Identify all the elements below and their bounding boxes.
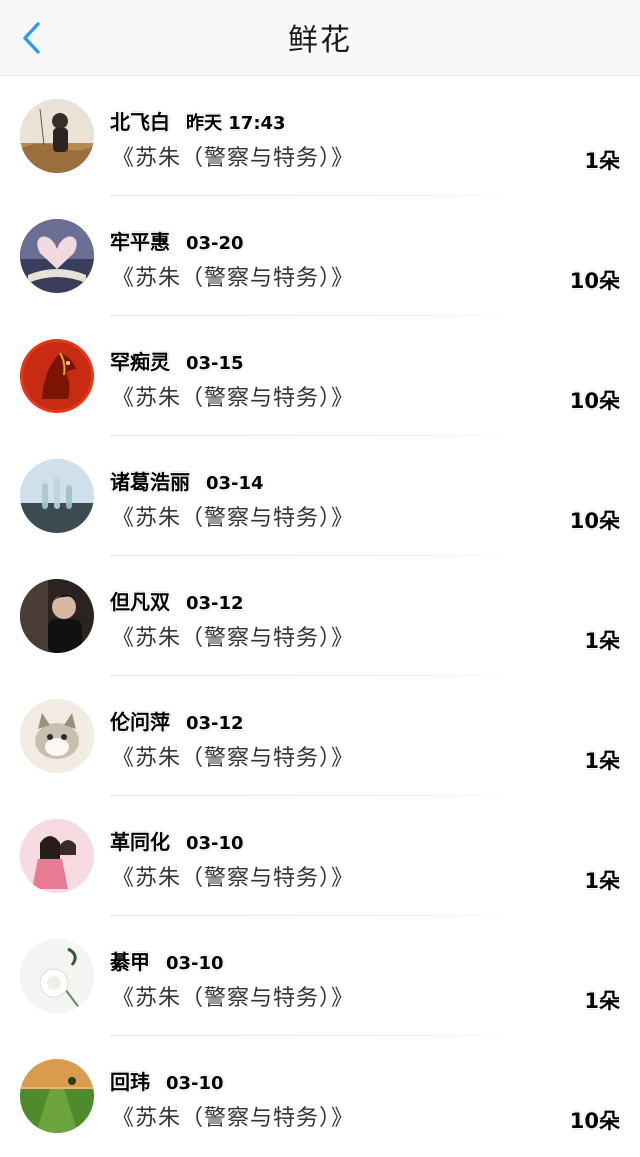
sender-info: 罕痴灵 03-15 [110, 346, 244, 375]
sender-name: 北飞白 [110, 110, 170, 134]
top-nav-bar: 鲜花 [0, 0, 640, 76]
book-title: 《苏朱（警察与特务）》 [112, 746, 355, 771]
sender-name: 伦问萍 [110, 710, 170, 734]
sender-name: 綦甲 [110, 950, 150, 974]
white-rose-avatar-icon [20, 939, 94, 1013]
flower-count: 10朵 [569, 269, 620, 293]
sender-info: 革同化 03-10 [110, 826, 244, 855]
sender-info: 北飞白 昨天 17:43 [110, 106, 286, 135]
list-item[interactable]: 但凡双 03-12 《苏朱（警察与特务）》 1朵 [0, 556, 640, 676]
list-item[interactable]: 诸葛浩丽 03-14 《苏朱（警察与特务）》 10朵 [0, 436, 640, 556]
avatar[interactable] [20, 459, 94, 533]
heart-book-avatar-icon [20, 219, 94, 293]
sender-info: 伦问萍 03-12 [110, 706, 244, 735]
avatar[interactable] [20, 99, 94, 173]
list-item[interactable]: 伦问萍 03-12 《苏朱（警察与特务）》 1朵 [0, 676, 640, 796]
glass-bottles-avatar-icon [20, 459, 94, 533]
green-field-sunset-avatar-icon [20, 1059, 94, 1133]
avatar[interactable] [20, 699, 94, 773]
book-title: 《苏朱（警察与特务）》 [112, 266, 355, 291]
sent-date: 03-14 [206, 473, 264, 494]
sender-name: 罕痴灵 [110, 350, 170, 374]
sender-name: 革同化 [110, 830, 170, 854]
sender-name: 牢平惠 [110, 230, 170, 254]
list-item[interactable]: 牢平惠 03-20 《苏朱（警察与特务）》 10朵 [0, 196, 640, 316]
avatar[interactable] [20, 579, 94, 653]
avatar[interactable] [20, 819, 94, 893]
avatar[interactable] [20, 1059, 94, 1133]
sender-info: 牢平惠 03-20 [110, 226, 244, 255]
man-portrait-avatar-icon [20, 579, 94, 653]
book-title: 《苏朱（警察与特务）》 [112, 626, 355, 651]
list-item[interactable]: 革同化 03-10 《苏朱（警察与特务）》 1朵 [0, 796, 640, 916]
sent-date: 03-20 [186, 233, 244, 254]
flower-count: 1朵 [584, 149, 620, 173]
kitten-avatar-icon [20, 699, 94, 773]
sender-name: 诸葛浩丽 [110, 470, 190, 494]
book-title: 《苏朱（警察与特务）》 [112, 386, 355, 411]
sent-date: 03-12 [186, 713, 244, 734]
flower-list: 北飞白 昨天 17:43 《苏朱（警察与特务）》 1朵 牢平惠 03-20 《苏朱（… [0, 76, 640, 1156]
flower-count: 1朵 [584, 629, 620, 653]
flower-count: 10朵 [569, 389, 620, 413]
sender-info: 诸葛浩丽 03-14 [110, 466, 264, 495]
sent-date: 03-10 [166, 1073, 224, 1094]
sent-date: 03-10 [186, 833, 244, 854]
sender-name: 回玮 [110, 1070, 150, 1094]
list-item[interactable]: 北飞白 昨天 17:43 《苏朱（警察与特务）》 1朵 [0, 76, 640, 196]
sender-info: 綦甲 03-10 [110, 946, 224, 975]
avatar[interactable] [20, 939, 94, 1013]
list-item[interactable]: 回玮 03-10 《苏朱（警察与特务）》 10朵 [0, 1036, 640, 1156]
anime-couple-avatar-icon [20, 819, 94, 893]
sent-date: 昨天 17:43 [186, 113, 286, 134]
flower-count: 1朵 [584, 869, 620, 893]
person-in-field-avatar-icon [20, 99, 94, 173]
flower-count: 1朵 [584, 989, 620, 1013]
sender-name: 但凡双 [110, 590, 170, 614]
book-title: 《苏朱（警察与特务）》 [112, 1106, 355, 1131]
sent-date: 03-10 [166, 953, 224, 974]
list-item[interactable]: 罕痴灵 03-15 《苏朱（警察与特务）》 10朵 [0, 316, 640, 436]
book-title: 《苏朱（警察与特务）》 [112, 146, 355, 171]
page-title: 鲜花 [288, 23, 352, 58]
flower-count: 10朵 [569, 1109, 620, 1133]
sender-info: 回玮 03-10 [110, 1066, 224, 1095]
sent-date: 03-12 [186, 593, 244, 614]
book-title: 《苏朱（警察与特务）》 [112, 506, 355, 531]
sender-info: 但凡双 03-12 [110, 586, 244, 615]
avatar[interactable] [20, 219, 94, 293]
sent-date: 03-15 [186, 353, 244, 374]
flower-count: 10朵 [569, 509, 620, 533]
book-title: 《苏朱（警察与特务）》 [112, 866, 355, 891]
book-title: 《苏朱（警察与特务）》 [112, 986, 355, 1011]
red-horse-avatar-icon [20, 339, 94, 413]
list-item[interactable]: 綦甲 03-10 《苏朱（警察与特务）》 1朵 [0, 916, 640, 1036]
avatar[interactable] [20, 339, 94, 413]
flower-count: 1朵 [584, 749, 620, 773]
